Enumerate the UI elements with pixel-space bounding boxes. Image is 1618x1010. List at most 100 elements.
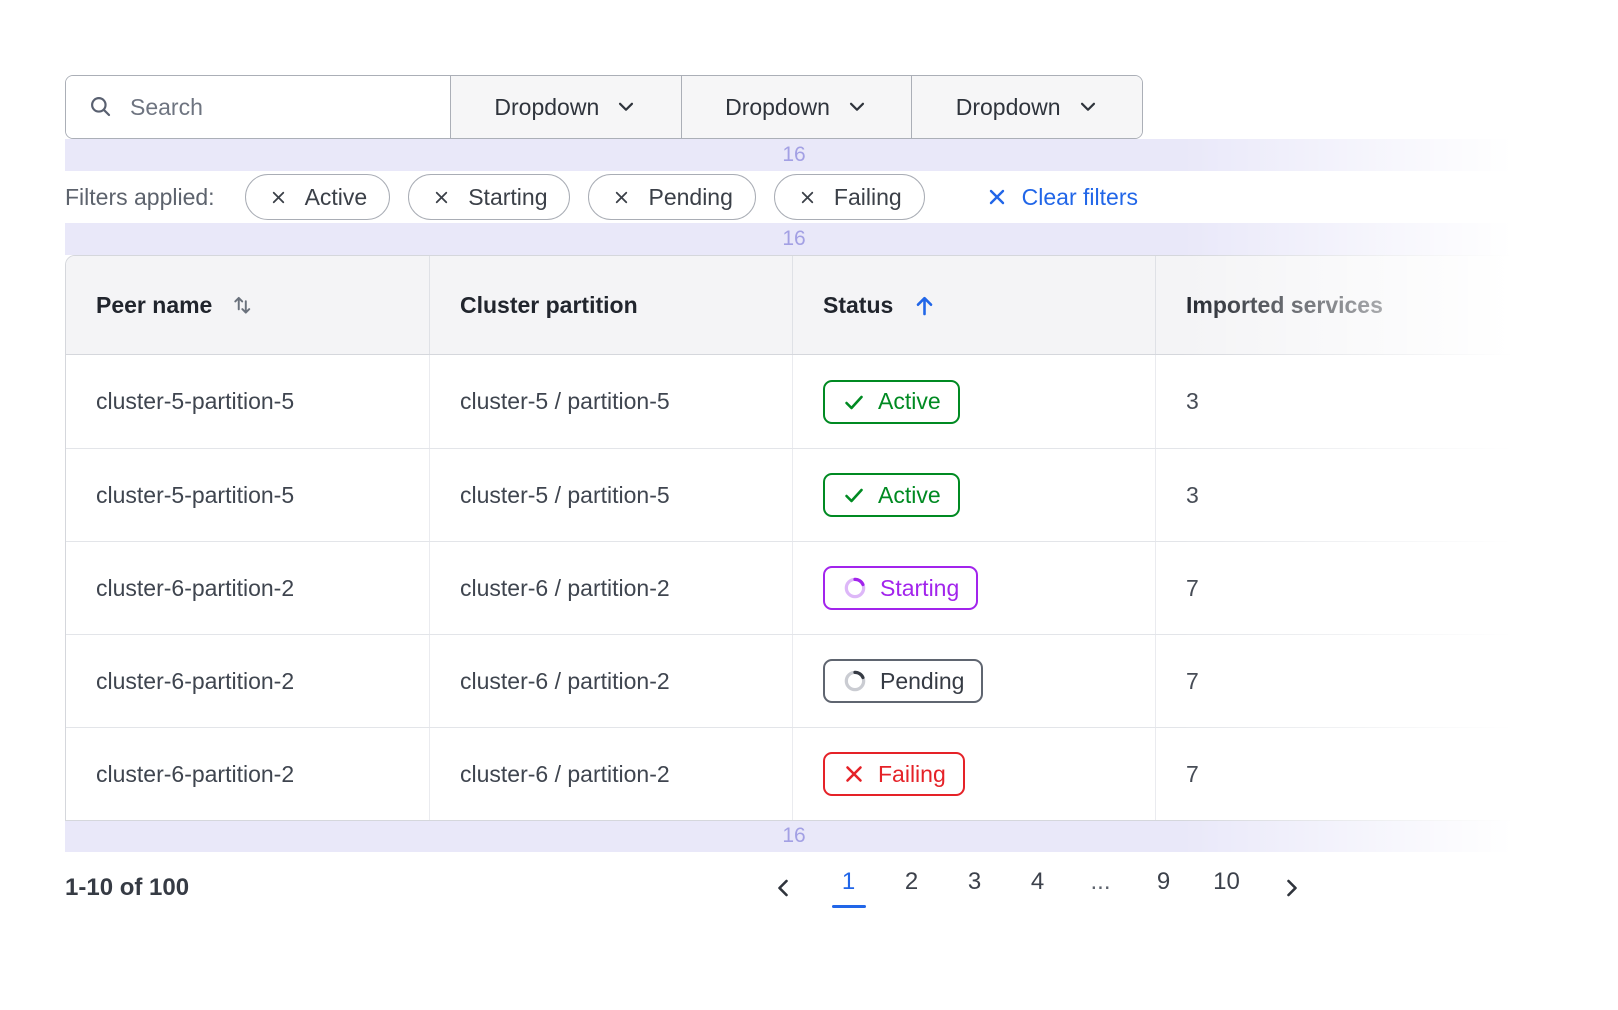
chip-close-icon[interactable] (268, 187, 289, 208)
filter-chip-label: Active (305, 184, 368, 211)
table-header-row: Peer name Cluster partition Status Impor… (66, 256, 1522, 355)
status-cell: Pending (792, 635, 1155, 727)
clear-filters-link[interactable]: Clear filters (985, 184, 1138, 211)
peer-name-cell: cluster-5-partition-5 (66, 355, 429, 448)
dropdown-label: Dropdown (725, 94, 830, 121)
status-cell: Active (792, 449, 1155, 541)
clear-filters-label: Clear filters (1022, 184, 1138, 211)
page-button-10[interactable]: 10 (1195, 868, 1258, 908)
ellipsis-label: ... (1090, 868, 1110, 896)
applied-filters-row: Filters applied: Active Starting Pending… (65, 171, 1138, 223)
dropdown-label: Dropdown (956, 94, 1061, 121)
filter-toolbar: Dropdown Dropdown Dropdown (65, 75, 1143, 139)
peers-table: Peer name Cluster partition Status Impor… (65, 255, 1523, 821)
cluster-partition-cell: cluster-5 / partition-5 (429, 449, 792, 541)
status-cell: Failing (792, 728, 1155, 820)
sort-ascending-icon[interactable] (911, 292, 938, 319)
peer-name-cell: cluster-6-partition-2 (66, 542, 429, 634)
peer-name-cell: cluster-6-partition-2 (66, 728, 429, 820)
spacing-annotation: 16 (65, 139, 1523, 171)
clear-close-icon (985, 185, 1009, 209)
imported-services-cell: 3 (1155, 355, 1522, 448)
status-label: Active (878, 388, 941, 415)
dropdown-button-2[interactable]: Dropdown (681, 76, 912, 138)
chip-close-icon[interactable] (431, 187, 452, 208)
status-label: Active (878, 482, 941, 509)
status-cell: Active (792, 355, 1155, 448)
page-button-3[interactable]: 3 (943, 868, 1006, 908)
chevron-down-icon (846, 96, 868, 118)
chevron-down-icon (615, 96, 637, 118)
peer-name-cell: cluster-6-partition-2 (66, 635, 429, 727)
page-number: 4 (1031, 868, 1044, 896)
status-cell: Starting (792, 542, 1155, 634)
table-row: cluster-6-partition-2 cluster-6 / partit… (66, 541, 1522, 634)
filter-chip-pending[interactable]: Pending (588, 174, 755, 220)
chevron-down-icon (1077, 96, 1099, 118)
next-page-button[interactable] (1258, 876, 1324, 900)
column-label: Status (823, 292, 893, 319)
page-button-1[interactable]: 1 (817, 868, 880, 908)
column-header-cluster-partition: Cluster partition (429, 256, 792, 354)
search-icon (88, 94, 114, 120)
imported-services-cell: 7 (1155, 728, 1522, 820)
page-button-4[interactable]: 4 (1006, 868, 1069, 908)
pagination-summary: 1-10 of 100 (65, 874, 189, 902)
peer-name-cell: cluster-5-partition-5 (66, 449, 429, 541)
chevron-left-icon (772, 876, 796, 900)
column-header-peer-name[interactable]: Peer name (66, 256, 429, 354)
status-badge-starting: Starting (823, 566, 978, 610)
status-badge-pending: Pending (823, 659, 983, 703)
page-button-2[interactable]: 2 (880, 868, 943, 908)
active-page-underline (832, 905, 866, 908)
page-number: 9 (1157, 868, 1170, 896)
search-box[interactable] (66, 76, 450, 138)
column-label: Imported services (1186, 292, 1383, 319)
chip-close-icon[interactable] (611, 187, 632, 208)
table-row: cluster-6-partition-2 cluster-6 / partit… (66, 634, 1522, 727)
imported-services-cell: 3 (1155, 449, 1522, 541)
chip-close-icon[interactable] (797, 187, 818, 208)
table-row: cluster-5-partition-5 cluster-5 / partit… (66, 355, 1522, 448)
table-row: cluster-6-partition-2 cluster-6 / partit… (66, 727, 1522, 820)
chevron-right-icon (1279, 876, 1303, 900)
search-input[interactable] (130, 94, 436, 121)
cluster-partition-cell: cluster-5 / partition-5 (429, 355, 792, 448)
status-label: Pending (880, 668, 964, 695)
page-ellipsis: ... (1069, 868, 1132, 908)
status-label: Failing (878, 761, 946, 788)
peers-table-page: Dropdown Dropdown Dropdown 16 16 16 Filt… (0, 0, 1618, 1010)
status-label: Starting (880, 575, 959, 602)
filter-chip-failing[interactable]: Failing (774, 174, 925, 220)
imported-services-cell: 7 (1155, 635, 1522, 727)
status-badge-active: Active (823, 473, 960, 517)
dropdown-button-3[interactable]: Dropdown (911, 76, 1142, 138)
column-label: Cluster partition (460, 292, 638, 319)
column-header-status[interactable]: Status (792, 256, 1155, 354)
page-button-9[interactable]: 9 (1132, 868, 1195, 908)
status-badge-failing: Failing (823, 752, 965, 796)
dropdown-label: Dropdown (494, 94, 599, 121)
cluster-partition-cell: cluster-6 / partition-2 (429, 542, 792, 634)
check-icon (842, 483, 866, 507)
filter-chip-starting[interactable]: Starting (408, 174, 570, 220)
status-badge-active: Active (823, 380, 960, 424)
check-icon (842, 390, 866, 414)
column-header-imported-services: Imported services (1155, 256, 1522, 354)
dropdown-button-1[interactable]: Dropdown (450, 76, 681, 138)
page-number: 10 (1213, 868, 1240, 896)
cluster-partition-cell: cluster-6 / partition-2 (429, 635, 792, 727)
sort-updown-icon[interactable] (230, 292, 254, 318)
x-icon (842, 762, 866, 786)
spacing-annotation: 16 (65, 820, 1523, 852)
spinner-icon (842, 668, 868, 694)
filter-chip-active[interactable]: Active (245, 174, 391, 220)
page-number: 2 (905, 868, 918, 896)
pagination-bar: 1-10 of 100 1 2 3 4 (65, 852, 1523, 924)
spacing-annotation: 16 (65, 223, 1523, 255)
spinner-icon (842, 575, 868, 601)
previous-page-button[interactable] (751, 876, 817, 900)
imported-services-cell: 7 (1155, 542, 1522, 634)
cluster-partition-cell: cluster-6 / partition-2 (429, 728, 792, 820)
page-number: 3 (968, 868, 981, 896)
